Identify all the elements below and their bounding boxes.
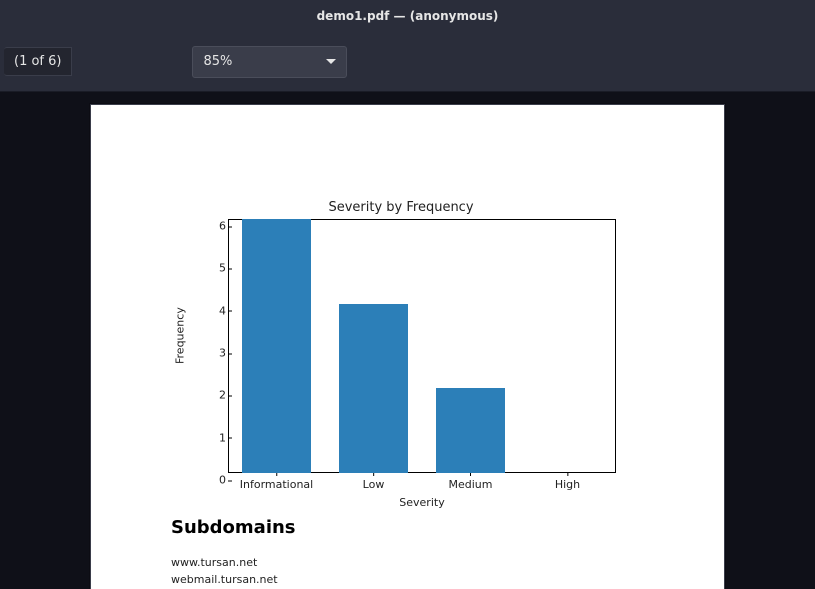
chevron-down-icon — [326, 59, 336, 64]
chart-ylabel: Frequency — [174, 307, 187, 364]
chart-ytick: 5 — [186, 262, 226, 275]
chart-ytick: 4 — [186, 304, 226, 317]
page-indicator: (1 of 6) — [4, 47, 72, 76]
chart-bar — [436, 388, 506, 473]
chart-bar — [339, 304, 409, 473]
pdf-page: Severity by Frequency Frequency Severity… — [90, 104, 725, 589]
chart-ytick: 0 — [186, 474, 226, 487]
chart-ytick: 6 — [186, 220, 226, 233]
zoom-value: 85% — [203, 54, 232, 69]
chart-bar — [242, 219, 312, 473]
chart-xlabel: Severity — [228, 496, 616, 509]
chart-title: Severity by Frequency — [186, 200, 616, 215]
chart-ytick: 3 — [186, 347, 226, 360]
section-heading-subdomains: Subdomains — [171, 517, 296, 538]
subdomain-list: www.tursan.netwebmail.tursan.net — [171, 555, 278, 588]
toolbar: (1 of 6) 85% — [0, 32, 815, 92]
window-titlebar: demo1.pdf — (anonymous) — [0, 0, 815, 32]
chart-xtick: Low — [363, 478, 385, 491]
subdomain-item: webmail.tursan.net — [171, 572, 278, 589]
chart-ytick: 2 — [186, 389, 226, 402]
window-title: demo1.pdf — (anonymous) — [317, 9, 499, 23]
chart: Severity by Frequency Frequency Severity… — [186, 200, 616, 509]
chart-xtick: Informational — [240, 478, 313, 491]
page-indicator-text: (1 of 6) — [14, 54, 61, 69]
zoom-select[interactable]: 85% — [192, 46, 347, 78]
document-viewport[interactable]: Severity by Frequency Frequency Severity… — [0, 92, 815, 589]
chart-xtick: High — [555, 478, 580, 491]
chart-xtick: Medium — [449, 478, 493, 491]
subdomain-item: www.tursan.net — [171, 555, 278, 572]
chart-ytick: 1 — [186, 431, 226, 444]
chart-plot: Frequency Severity 0123456InformationalL… — [186, 219, 616, 509]
